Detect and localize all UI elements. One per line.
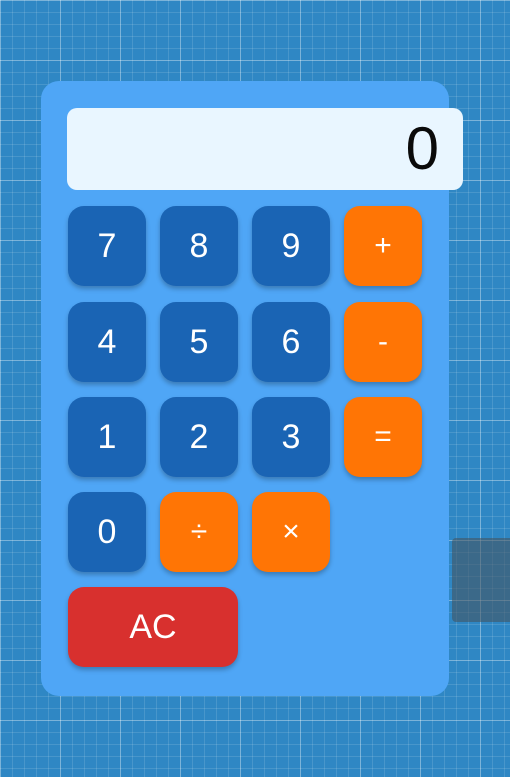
key-1-button[interactable]: 1 — [68, 397, 146, 477]
plus-button[interactable]: + — [344, 206, 422, 286]
key-4-button[interactable]: 4 — [68, 302, 146, 382]
key-0-button[interactable]: 0 — [68, 492, 146, 572]
key-5-button[interactable]: 5 — [160, 302, 238, 382]
equals-button[interactable]: = — [344, 397, 422, 477]
display-value: 0 — [405, 115, 439, 182]
calculator-display: 0 — [67, 108, 463, 190]
key-2-button[interactable]: 2 — [160, 397, 238, 477]
background-shadow — [452, 538, 510, 622]
all-clear-button[interactable]: AC — [68, 587, 238, 667]
key-3-button[interactable]: 3 — [252, 397, 330, 477]
key-8-button[interactable]: 8 — [160, 206, 238, 286]
minus-button[interactable]: - — [344, 302, 422, 382]
key-9-button[interactable]: 9 — [252, 206, 330, 286]
multiply-button[interactable]: × — [252, 492, 330, 572]
divide-button[interactable]: ÷ — [160, 492, 238, 572]
key-6-button[interactable]: 6 — [252, 302, 330, 382]
key-7-button[interactable]: 7 — [68, 206, 146, 286]
